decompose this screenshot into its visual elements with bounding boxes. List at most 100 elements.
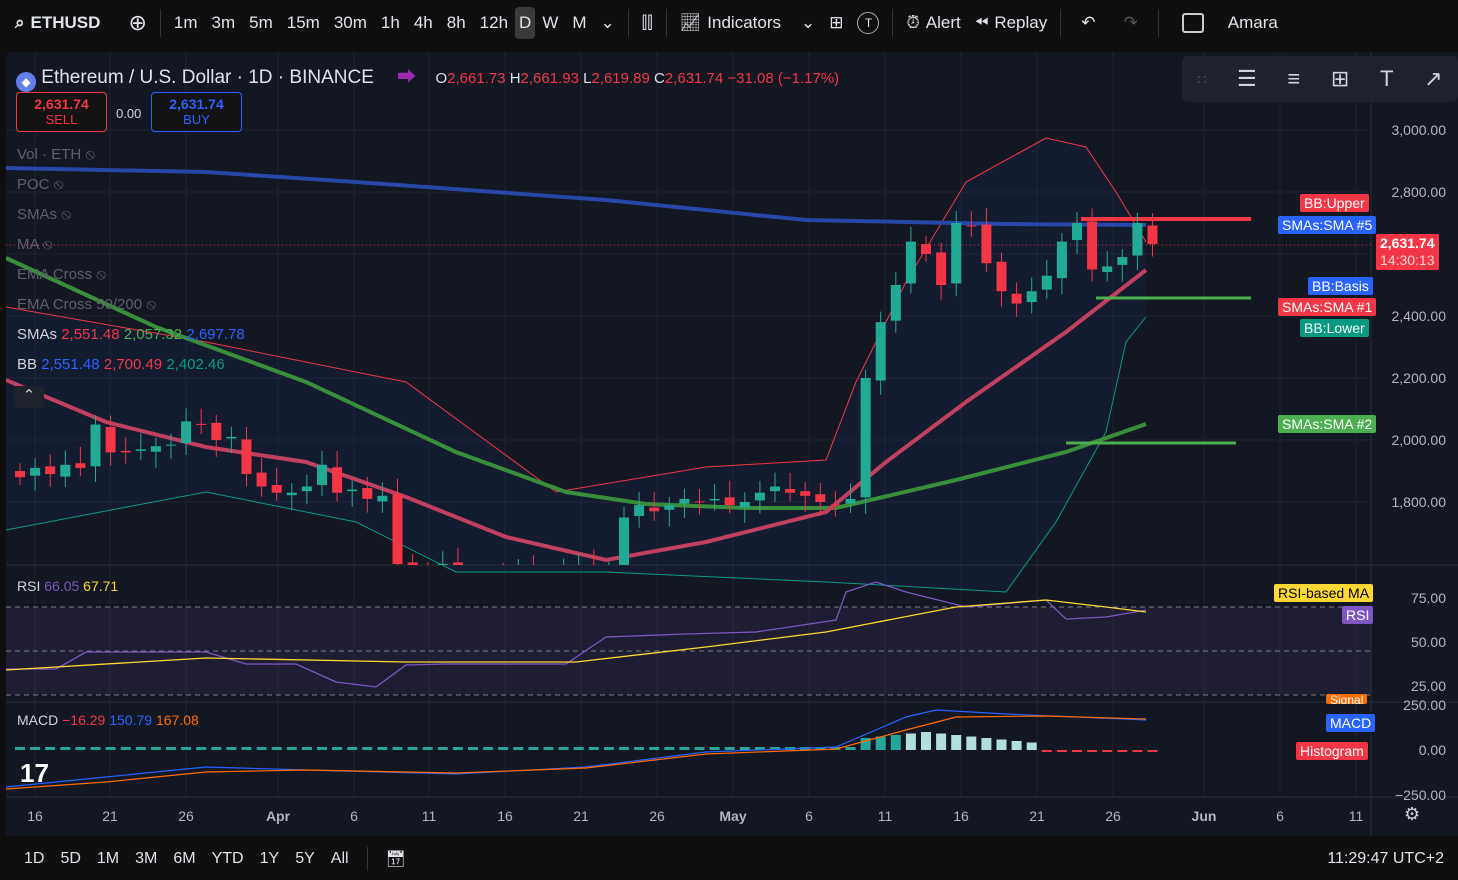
macd-histogram-bar — [347, 747, 358, 750]
compare-button[interactable]: ⊕ — [121, 10, 153, 36]
macd-histogram-bar — [890, 735, 901, 750]
legend-ema-cross[interactable]: EMA Cross ⦸ — [17, 266, 106, 283]
change-value: −31.08 (−1.17%) — [727, 70, 840, 87]
macd-histogram-bar — [30, 747, 41, 750]
chart-canvas[interactable] — [6, 52, 1458, 836]
buy-button[interactable]: 2,631.74 BUY — [151, 92, 242, 132]
divider — [1060, 9, 1062, 37]
date-tick: 26 — [1105, 808, 1121, 824]
interval-M[interactable]: M — [565, 13, 593, 33]
candle-body — [30, 467, 41, 476]
date-tick: Apr — [265, 808, 291, 824]
share-icon[interactable]: ⮕ — [397, 67, 416, 88]
interval-W[interactable]: W — [535, 13, 565, 33]
indicators-button[interactable]: 📈︎ Indicators ⌄ — [673, 13, 823, 33]
interval-12h[interactable]: 12h — [473, 13, 515, 33]
eye-off-icon[interactable]: ⦸ — [146, 296, 156, 313]
macd-histogram-bar — [724, 747, 735, 750]
candle-body — [875, 322, 886, 381]
collapse-legend-button[interactable]: ⌃ — [14, 386, 44, 408]
t-button[interactable]: T — [850, 12, 886, 34]
candle-body — [1011, 293, 1022, 304]
grid-icon: ⊞ — [829, 13, 844, 32]
replay-button[interactable]: ⏪︎ Replay — [968, 13, 1055, 33]
macd-histogram-bar — [558, 747, 569, 750]
legend-smas-hidden[interactable]: SMAs ⦸ — [17, 206, 71, 223]
interval-5m[interactable]: 5m — [242, 13, 280, 33]
interval-1h[interactable]: 1h — [374, 13, 407, 33]
range-1y[interactable]: 1Y — [252, 850, 288, 868]
trendline-icon[interactable]: ↗ — [1424, 66, 1442, 92]
chart-area[interactable]: ◆ Ethereum / U.S. Dollar · 1D · BINANCE … — [6, 52, 1458, 836]
rsi-ma-tag: RSI-based MA — [1274, 584, 1374, 602]
price-tick: 2,000.00 — [1391, 432, 1447, 448]
lines-icon[interactable]: ≡ — [1287, 66, 1300, 92]
interval-4h[interactable]: 4h — [407, 13, 440, 33]
layout-button[interactable] — [1175, 13, 1211, 33]
eye-off-icon[interactable]: ⦸ — [43, 236, 53, 253]
legend-vol[interactable]: Vol · ETH ⦸ — [17, 146, 95, 163]
macd-histogram-bar — [483, 747, 494, 750]
plus-circle-icon: ⊕ — [128, 10, 147, 35]
range-1d[interactable]: 1D — [16, 850, 52, 868]
candle-body — [1026, 291, 1037, 303]
date-tick: 6 — [1276, 808, 1284, 824]
legend-bb[interactable]: BB 2,551.48 2,700.49 2,402.46 — [17, 356, 225, 373]
candle-body — [634, 505, 645, 516]
interval-8h[interactable]: 8h — [440, 13, 473, 33]
alert-label: Alert — [925, 13, 961, 32]
eye-off-icon[interactable]: ⦸ — [54, 176, 64, 193]
range-ytd[interactable]: YTD — [204, 850, 252, 868]
symbol-search[interactable]: ⌕ ETHUSD — [8, 13, 107, 33]
interval-30m[interactable]: 30m — [327, 13, 374, 33]
text-icon[interactable]: T — [1380, 66, 1393, 92]
chart-type-button[interactable]: ⫿⫿ — [635, 13, 660, 33]
t-circle-icon: T — [857, 12, 880, 34]
interval-3m[interactable]: 3m — [205, 13, 243, 33]
interval-1m[interactable]: 1m — [167, 13, 205, 33]
redo-button[interactable]: ↷ — [1110, 13, 1152, 33]
candle-body — [166, 444, 176, 446]
divider — [892, 9, 894, 37]
tradingview-logo[interactable]: 17 — [20, 758, 49, 789]
fib-icon[interactable]: ☰ — [1237, 66, 1257, 92]
price-tick: 3,000.00 — [1391, 122, 1447, 138]
range-3m[interactable]: 3M — [127, 850, 165, 868]
templates-button[interactable]: ⊞ — [822, 13, 850, 33]
date-range-button[interactable]: 📅︎ — [378, 849, 414, 869]
range-6m[interactable]: 6M — [165, 850, 203, 868]
alert-button[interactable]: ⏰︎ Alert — [899, 13, 967, 33]
candle-body — [407, 562, 418, 565]
interval-15m[interactable]: 15m — [280, 13, 327, 33]
eye-off-icon[interactable]: ⦸ — [85, 146, 95, 163]
buy-price: 2,631.74 — [169, 96, 224, 112]
sell-button[interactable]: 2,631.74 SELL — [16, 92, 107, 132]
legend-macd[interactable]: MACD −16.29 150.79 167.08 — [17, 712, 199, 728]
legend-label: SMAs — [17, 326, 58, 343]
legend-rsi[interactable]: RSI 66.05 67.71 — [17, 578, 118, 594]
bar-countdown: 14:30:13 — [1380, 252, 1435, 268]
candle-body — [694, 501, 705, 503]
macd-histogram-bar — [573, 747, 584, 750]
measure-icon[interactable]: ⊞ — [1331, 66, 1349, 92]
eye-off-icon[interactable]: ⦸ — [96, 266, 106, 283]
range-5d[interactable]: 5D — [52, 850, 88, 868]
macd-histogram-bar — [603, 747, 614, 750]
interval-dropdown[interactable]: ⌄ — [594, 13, 622, 33]
drag-handle-icon[interactable]: ∷ — [1197, 71, 1206, 88]
settings-gear-icon[interactable]: ⚙ — [1404, 804, 1420, 825]
date-tick: 11 — [421, 808, 437, 824]
range-5y[interactable]: 5Y — [287, 850, 323, 868]
legend-smas[interactable]: SMAs 2,551.48 2,057.32 2,697.78 — [17, 326, 245, 343]
legend-ema-cross-50-200[interactable]: EMA Cross 50/200 ⦸ — [17, 296, 156, 313]
undo-button[interactable]: ↶ — [1067, 13, 1109, 33]
interval-D[interactable]: D — [515, 7, 536, 39]
eye-off-icon[interactable]: ⦸ — [61, 206, 71, 223]
range-1m[interactable]: 1M — [89, 850, 127, 868]
legend-poc[interactable]: POC ⦸ — [17, 176, 63, 193]
legend-ma[interactable]: MA ⦸ — [17, 236, 53, 253]
user-name[interactable]: Amara — [1221, 13, 1285, 33]
range-all[interactable]: All — [323, 850, 357, 868]
search-icon: ⌕ — [15, 13, 25, 32]
clock[interactable]: 11:29:47 UTC+2 — [1327, 850, 1444, 868]
